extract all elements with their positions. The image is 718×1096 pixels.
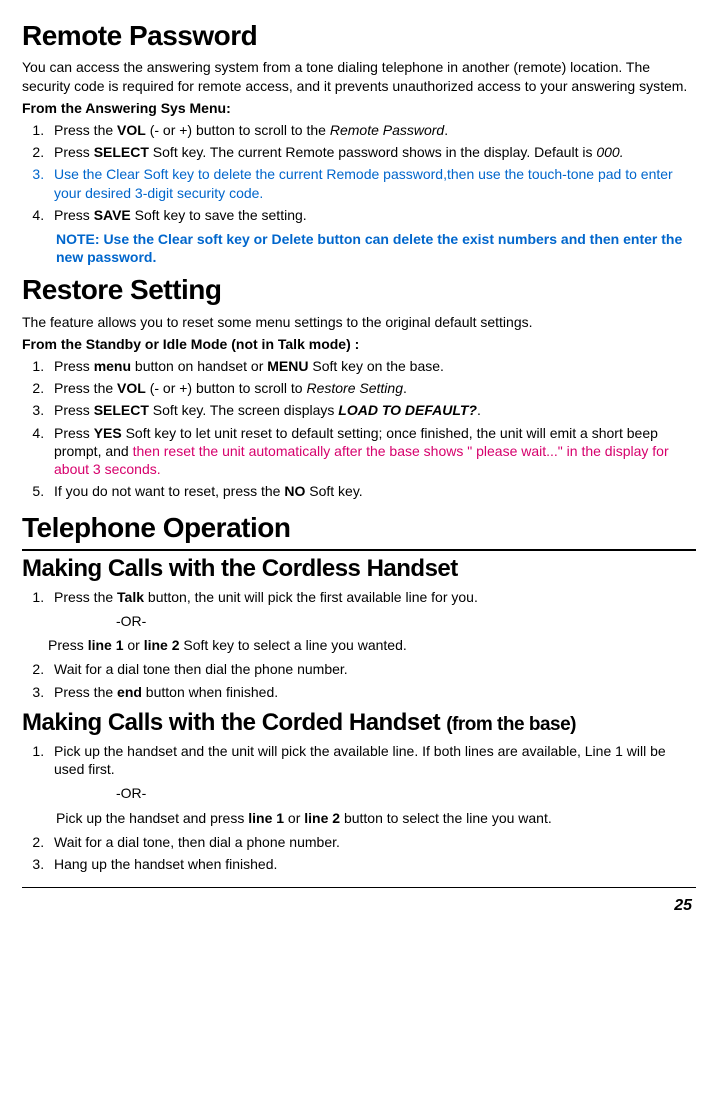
or: -OR- xyxy=(116,784,696,802)
remote-password-steps: Press the VOL (- or +) button to scroll … xyxy=(22,121,696,224)
step: Press the end button when finished. xyxy=(48,683,696,701)
remote-password-title: Remote Password xyxy=(22,18,696,54)
answering-menu-label: From the Answering Sys Menu: xyxy=(22,99,696,117)
page-number: 25 xyxy=(22,896,692,917)
step: Press SELECT Soft key. The current Remot… xyxy=(48,143,696,161)
restore-steps: Press menu button on handset or MENU Sof… xyxy=(22,357,696,500)
corded-title: Making Calls with the Corded Handset (fr… xyxy=(22,707,696,738)
step: Press the VOL (- or +) button to scroll … xyxy=(48,379,696,397)
restore-mode-label: From the Standby or Idle Mode (not in Ta… xyxy=(22,335,696,353)
step-blue: Use the Clear Soft key to delete the cur… xyxy=(48,165,696,201)
step: Pick up the handset and the unit will pi… xyxy=(48,742,696,827)
sub-step: Press line 1 or line 2 Soft key to selec… xyxy=(48,636,696,654)
step: Press the VOL (- or +) button to scroll … xyxy=(48,121,696,139)
step: Press the Talk button, the unit will pic… xyxy=(48,588,696,655)
step: Hang up the handset when finished. xyxy=(48,855,696,873)
step: Press menu button on handset or MENU Sof… xyxy=(48,357,696,375)
sub-step: Pick up the handset and press line 1 or … xyxy=(56,809,696,827)
restore-intro: The feature allows you to reset some men… xyxy=(22,313,696,331)
restore-setting-title: Restore Setting xyxy=(22,272,696,308)
step: Wait for a dial tone then dial the phone… xyxy=(48,660,696,678)
cordless-title: Making Calls with the Cordless Handset xyxy=(22,553,696,584)
step: Press YES Soft key to let unit reset to … xyxy=(48,424,696,479)
step: Press SAVE Soft key to save the setting. xyxy=(48,206,696,224)
corded-steps: Pick up the handset and the unit will pi… xyxy=(22,742,696,873)
step: Press SELECT Soft key. The screen displa… xyxy=(48,401,696,419)
step: If you do not want to reset, press the N… xyxy=(48,482,696,500)
footer-divider xyxy=(22,887,696,894)
telephone-operation-title: Telephone Operation xyxy=(22,510,696,550)
or: -OR- xyxy=(116,612,696,630)
remote-password-intro: You can access the answering system from… xyxy=(22,58,696,94)
step: Wait for a dial tone, then dial a phone … xyxy=(48,833,696,851)
remote-password-note: NOTE: Use the Clear soft key or Delete b… xyxy=(56,230,696,266)
cordless-steps: Press the Talk button, the unit will pic… xyxy=(22,588,696,701)
